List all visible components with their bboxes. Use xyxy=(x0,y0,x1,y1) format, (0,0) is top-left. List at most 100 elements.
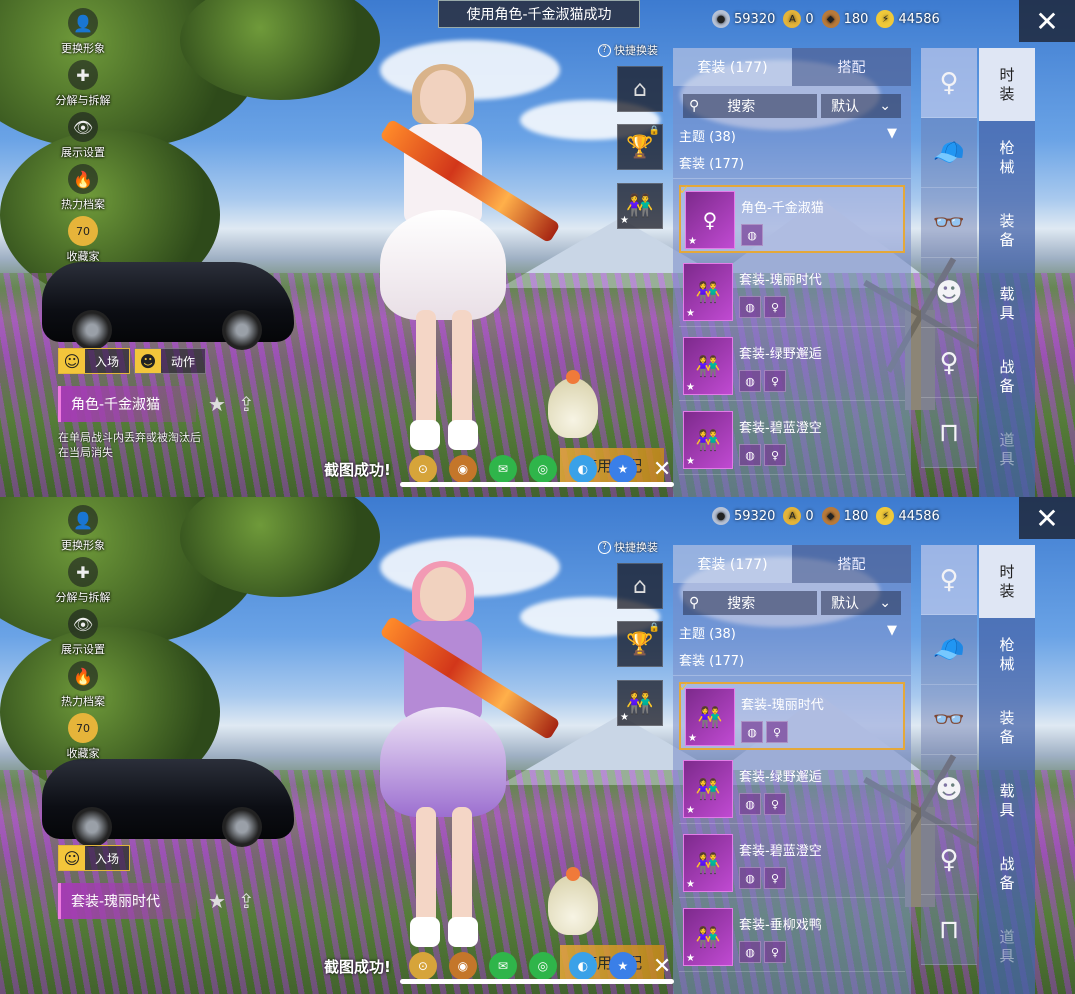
category-outfit[interactable]: ♀ xyxy=(921,545,977,615)
quick-switch-label[interactable]: ? 快捷换装 xyxy=(598,42,658,58)
list-item[interactable]: 👫 ★ 套装-瑰丽时代 ◍ ♀ xyxy=(679,259,905,327)
share-icon[interactable]: ⇪ xyxy=(238,392,255,416)
person-icon: 👤 xyxy=(68,8,98,38)
heat-archive-button[interactable]: 🔥 热力档案 xyxy=(52,164,114,216)
trophy-slot[interactable]: 🏆 🔒 xyxy=(617,621,663,667)
list-item[interactable]: ✓ ♀ ★ 角色-千金淑猫 ◍ xyxy=(679,183,905,253)
side-tab-0[interactable]: 时 装 xyxy=(979,545,1035,618)
share-close-icon[interactable]: ✕ xyxy=(653,954,671,979)
disassemble-button[interactable]: ✚ 分解与拆解 xyxy=(52,557,114,609)
action-button-0[interactable]: ☺ 入场 xyxy=(58,348,131,374)
collector-button[interactable]: 70 收藏家 xyxy=(52,216,114,268)
side-tab-4[interactable]: 战 备 xyxy=(979,340,1035,413)
heat-archive-button[interactable]: 🔥 热力档案 xyxy=(52,661,114,713)
qq-icon[interactable]: ◐ xyxy=(568,952,597,980)
side-tab-3[interactable]: 载 具 xyxy=(979,764,1035,837)
sort-dropdown[interactable]: 默认 ⌄ xyxy=(821,591,901,615)
side-tab-4[interactable]: 战 备 xyxy=(979,837,1035,910)
qq-icon[interactable]: ◐ xyxy=(568,455,597,483)
change-appearance-button[interactable]: 👤 更换形象 xyxy=(52,505,114,557)
wardrobe-slot[interactable]: ⌂ xyxy=(617,66,663,112)
tab-suits[interactable]: 套装 (177) xyxy=(673,48,792,86)
home-indicator xyxy=(400,979,674,984)
sort-dropdown[interactable]: 默认 ⌄ xyxy=(821,94,901,118)
category-pants[interactable]: ⊓ xyxy=(921,895,977,965)
outfit-icon: 👫 xyxy=(695,925,721,949)
car-vehicle xyxy=(42,759,294,847)
change-appearance-button[interactable]: 👤 更换形象 xyxy=(52,8,114,60)
set-count-label: 套装 (177) xyxy=(673,642,911,676)
search-input[interactable]: ⚲ 搜索 xyxy=(683,591,817,615)
search-row: ⚲ 搜索 默认 ⌄ xyxy=(673,583,911,615)
chevron-down-icon: ⌄ xyxy=(879,595,891,611)
gold-coin-icon: A xyxy=(783,10,802,28)
wechat-icon[interactable]: ✉ xyxy=(488,952,517,980)
category-hat[interactable]: 🧢 xyxy=(921,615,977,685)
side-tab-2[interactable]: 装 备 xyxy=(979,691,1035,764)
wechat-icon[interactable]: ✉ xyxy=(488,455,517,483)
category-outfit[interactable]: ♀ xyxy=(921,48,977,118)
side-tab-5[interactable]: 道 具 xyxy=(979,910,1035,983)
star-icon: ★ xyxy=(686,308,695,319)
game-share-icon[interactable]: ⊙ xyxy=(408,455,437,483)
tab-match[interactable]: 搭配 xyxy=(792,545,911,583)
quick-switch-label[interactable]: ? 快捷换装 xyxy=(598,539,658,555)
tab-match[interactable]: 搭配 xyxy=(792,48,911,86)
action-button-1[interactable]: ☻ 动作 xyxy=(134,348,207,374)
qzone-icon[interactable]: ★ xyxy=(608,952,637,980)
display-settings-button[interactable]: 👁 展示设置 xyxy=(52,112,114,164)
star-icon: ★ xyxy=(686,805,695,816)
favorite-star-icon[interactable]: ★ xyxy=(208,889,226,913)
set-count-label: 套装 (177) xyxy=(673,145,911,179)
peace-elite-share-icon[interactable]: ◉ xyxy=(448,455,477,483)
side-tab-2[interactable]: 装 备 xyxy=(979,194,1035,267)
side-tab-5[interactable]: 道 具 xyxy=(979,413,1035,486)
list-item[interactable]: 👫 ★ 套装-碧蓝澄空 ◍ ♀ xyxy=(679,830,905,898)
trophy-slot[interactable]: 🏆 🔒 xyxy=(617,124,663,170)
action-button-0[interactable]: ☺ 入场 xyxy=(58,845,131,871)
star-icon: ★ xyxy=(620,215,629,226)
peace-elite-share-icon[interactable]: ◉ xyxy=(448,952,477,980)
category-body[interactable]: ♀ xyxy=(921,328,977,398)
moments-icon[interactable]: ◎ xyxy=(528,952,557,980)
favorite-star-icon[interactable]: ★ xyxy=(208,392,226,416)
tab-suits[interactable]: 套装 (177) xyxy=(673,545,792,583)
share-icon[interactable]: ⇪ xyxy=(238,889,255,913)
category-hat[interactable]: 🧢 xyxy=(921,118,977,188)
game-share-icon[interactable]: ⊙ xyxy=(408,952,437,980)
list-item[interactable]: 👫 ★ 套装-绿野邂逅 ◍ ♀ xyxy=(679,333,905,401)
close-button[interactable]: ✕ xyxy=(1019,497,1075,539)
wardrobe-slot[interactable]: ⌂ xyxy=(617,563,663,609)
close-button[interactable]: ✕ xyxy=(1019,0,1075,42)
search-input[interactable]: ⚲ 搜索 xyxy=(683,94,817,118)
theme-filter[interactable]: 主题 (38) ▼ xyxy=(673,615,911,642)
theme-filter[interactable]: 主题 (38) ▼ xyxy=(673,118,911,145)
side-tab-1[interactable]: 枪 械 xyxy=(979,121,1035,194)
display-settings-button[interactable]: 👁 展示设置 xyxy=(52,609,114,661)
item-list: ✓ 👫 ★ 套装-瑰丽时代 ◍ ♀ 👫 ★ 套装-绿野邂逅 ◍ ♀ 👫 ★ 套装-碧蓝澄空 ◍ ♀ 👫 ★ 套装-垂… xyxy=(673,680,911,972)
side-tab-1[interactable]: 枪 械 xyxy=(979,618,1035,691)
outfit-slot[interactable]: 👫 ★ xyxy=(617,183,663,229)
qzone-icon[interactable]: ★ xyxy=(608,455,637,483)
item-panel: 套装 (177) 搭配 ⚲ 搜索 默认 ⌄ 主题 (38) ▼ 套装 (177)… xyxy=(673,545,911,994)
category-mask[interactable]: ☻ xyxy=(921,755,977,825)
side-tab-0[interactable]: 时 装 xyxy=(979,48,1035,121)
star-icon: ★ xyxy=(688,236,697,247)
collector-button[interactable]: 70 收藏家 xyxy=(52,713,114,765)
pants-icon: ⊓ xyxy=(938,914,960,945)
outfit-icon: 👫 xyxy=(695,428,721,452)
category-glasses[interactable]: 👓 xyxy=(921,188,977,258)
disassemble-button[interactable]: ✚ 分解与拆解 xyxy=(52,60,114,112)
flame-icon: 🔥 xyxy=(68,164,98,194)
category-body[interactable]: ♀ xyxy=(921,825,977,895)
category-glasses[interactable]: 👓 xyxy=(921,685,977,755)
moments-icon[interactable]: ◎ xyxy=(528,455,557,483)
outfit-slot[interactable]: 👫 ★ xyxy=(617,680,663,726)
list-item[interactable]: 👫 ★ 套装-绿野邂逅 ◍ ♀ xyxy=(679,756,905,824)
category-mask[interactable]: ☻ xyxy=(921,258,977,328)
side-tab-3[interactable]: 载 具 xyxy=(979,267,1035,340)
share-close-icon[interactable]: ✕ xyxy=(653,457,671,482)
list-item[interactable]: ✓ 👫 ★ 套装-瑰丽时代 ◍ ♀ xyxy=(679,680,905,750)
figure-icon: ♀ xyxy=(764,793,786,815)
category-pants[interactable]: ⊓ xyxy=(921,398,977,468)
